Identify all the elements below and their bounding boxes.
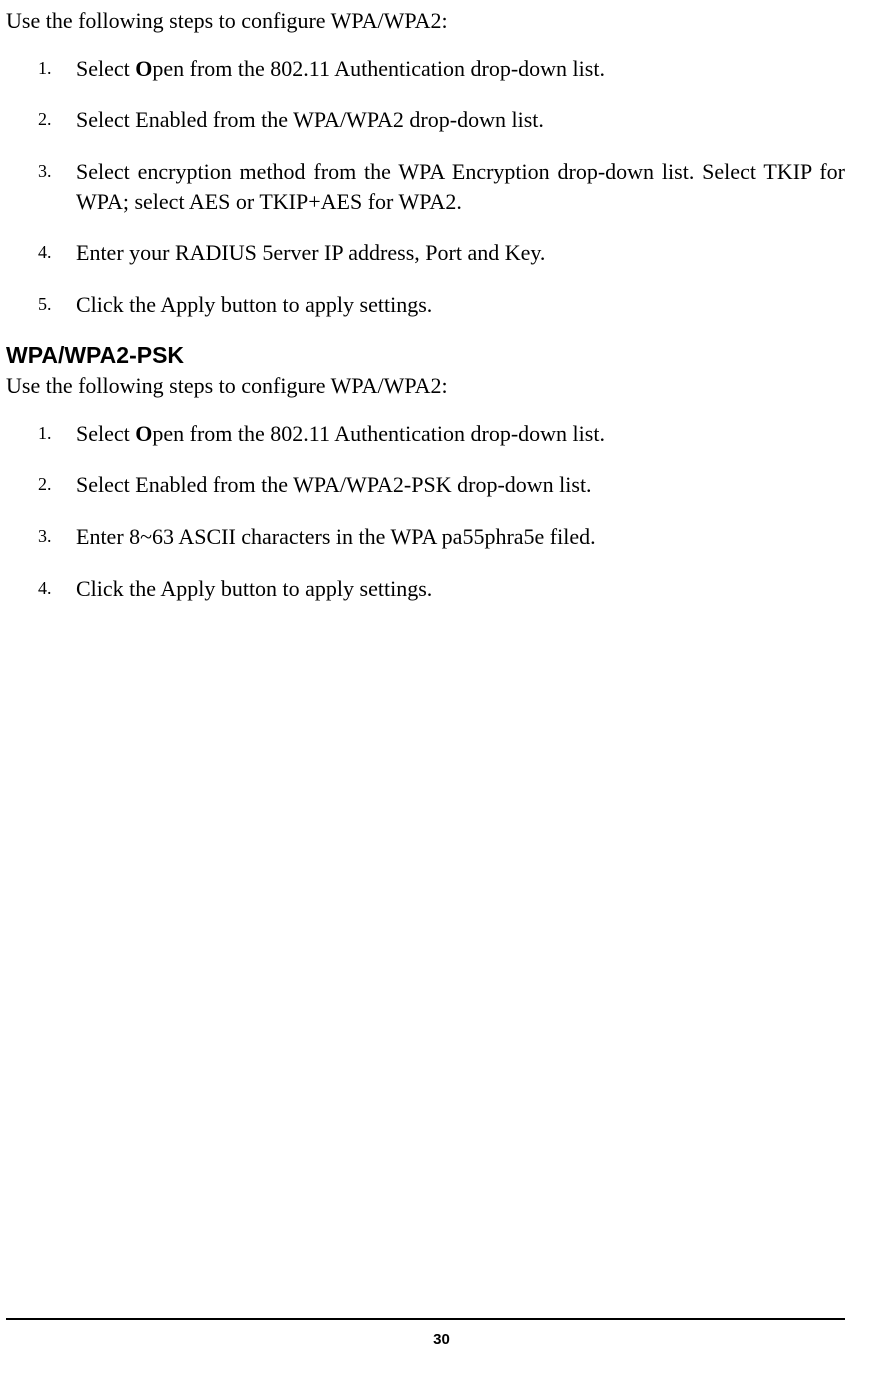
step-number: 1. (38, 56, 52, 80)
step-number: 1. (38, 421, 52, 445)
step-text: Enter 8~63 ASCII characters in the WPA p… (76, 524, 596, 549)
step-text: Select Open from the 802.11 Authenticati… (76, 56, 605, 81)
document-page: Use the following steps to configure WPA… (0, 6, 883, 1384)
section2-heading: WPA/WPA2-PSK (6, 342, 845, 369)
list-item: 1. Select Open from the 802.11 Authentic… (6, 419, 845, 449)
list-item: 4. Enter your RADIUS 5erver IP address, … (6, 238, 845, 268)
step-text: Select Enabled from the WPA/WPA2-PSK dro… (76, 472, 592, 497)
list-item: 3. Select encryption method from the WPA… (6, 157, 845, 216)
step-number: 4. (38, 576, 52, 600)
step-text: Select encryption method from the WPA En… (76, 159, 845, 214)
page-content: Use the following steps to configure WPA… (0, 6, 883, 603)
step-number: 2. (38, 472, 52, 496)
step-number: 3. (38, 159, 52, 183)
list-item: 1. Select Open from the 802.11 Authentic… (6, 54, 845, 84)
step-number: 5. (38, 292, 52, 316)
list-item: 3. Enter 8~63 ASCII characters in the WP… (6, 522, 845, 552)
list-item: 4. Click the Apply button to apply setti… (6, 574, 845, 604)
list-item: 2. Select Enabled from the WPA/WPA2 drop… (6, 105, 845, 135)
step-text: Enter your RADIUS 5erver IP address, Por… (76, 240, 545, 265)
step-number: 3. (38, 524, 52, 548)
step-number: 2. (38, 107, 52, 131)
list-item: 2. Select Enabled from the WPA/WPA2-PSK … (6, 470, 845, 500)
step-number: 4. (38, 240, 52, 264)
section1-steps: 1. Select Open from the 802.11 Authentic… (6, 54, 845, 320)
step-text: Select Enabled from the WPA/WPA2 drop-do… (76, 107, 544, 132)
step-text: Click the Apply button to apply settings… (76, 576, 432, 601)
section1-intro: Use the following steps to configure WPA… (6, 6, 845, 36)
page-number: 30 (433, 1331, 450, 1348)
page-footer: 30 (0, 1318, 883, 1350)
section2-intro: Use the following steps to configure WPA… (6, 371, 845, 401)
section2-steps: 1. Select Open from the 802.11 Authentic… (6, 419, 845, 604)
step-text: Click the Apply button to apply settings… (76, 292, 432, 317)
step-text: Select Open from the 802.11 Authenticati… (76, 421, 605, 446)
footer-rule (6, 1318, 845, 1320)
list-item: 5. Click the Apply button to apply setti… (6, 290, 845, 320)
